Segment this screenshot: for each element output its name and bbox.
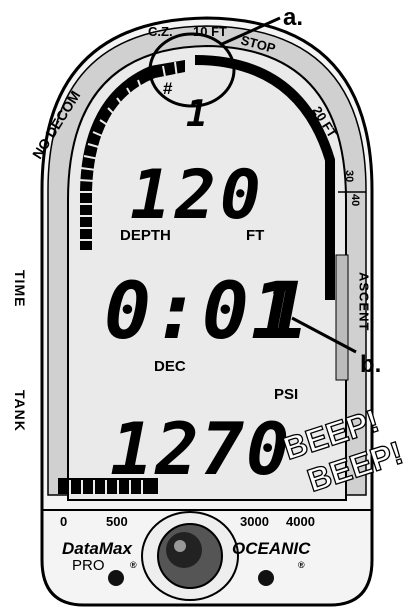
scale-3000: 3000 xyxy=(240,514,269,529)
ascent-bar xyxy=(335,254,349,381)
dive-time-extra-digit: 1 xyxy=(262,267,309,357)
depth-value: 120 xyxy=(130,156,265,235)
maker-reg-mark: ® xyxy=(298,560,305,570)
model-reg-mark: ® xyxy=(130,560,137,570)
forty-label: 40 xyxy=(349,194,361,206)
psi-label: PSI xyxy=(274,386,298,403)
scale-500: 500 xyxy=(106,514,128,529)
maker-logo: OCEANIC xyxy=(232,539,311,558)
scale-0: 0 xyxy=(60,514,67,529)
stop-counter: 1 xyxy=(186,94,208,135)
ascent-label: ASCENT xyxy=(357,272,372,331)
callout-a-label: a. xyxy=(283,4,303,31)
thirty-label: 30 xyxy=(343,170,355,182)
cz-label: C.Z. xyxy=(148,24,173,39)
right-button[interactable] xyxy=(258,570,274,586)
scale-4000: 4000 xyxy=(286,514,315,529)
hash-symbol: # xyxy=(163,79,173,98)
callout-b-label: b. xyxy=(360,351,381,378)
model-sub: PRO xyxy=(72,557,105,574)
time-label: TIME xyxy=(12,270,28,307)
model-name: DataMax xyxy=(62,539,133,558)
left-button[interactable] xyxy=(108,570,124,586)
depth-label: DEPTH xyxy=(120,227,171,244)
tank-label: TANK xyxy=(12,390,28,432)
dive-computer-diagram: NO DECOM C.Z. 10 FT STOP 20 FT 30 40 TIM… xyxy=(12,4,408,607)
dec-label: DEC xyxy=(154,358,186,375)
depth-unit: FT xyxy=(246,227,264,244)
